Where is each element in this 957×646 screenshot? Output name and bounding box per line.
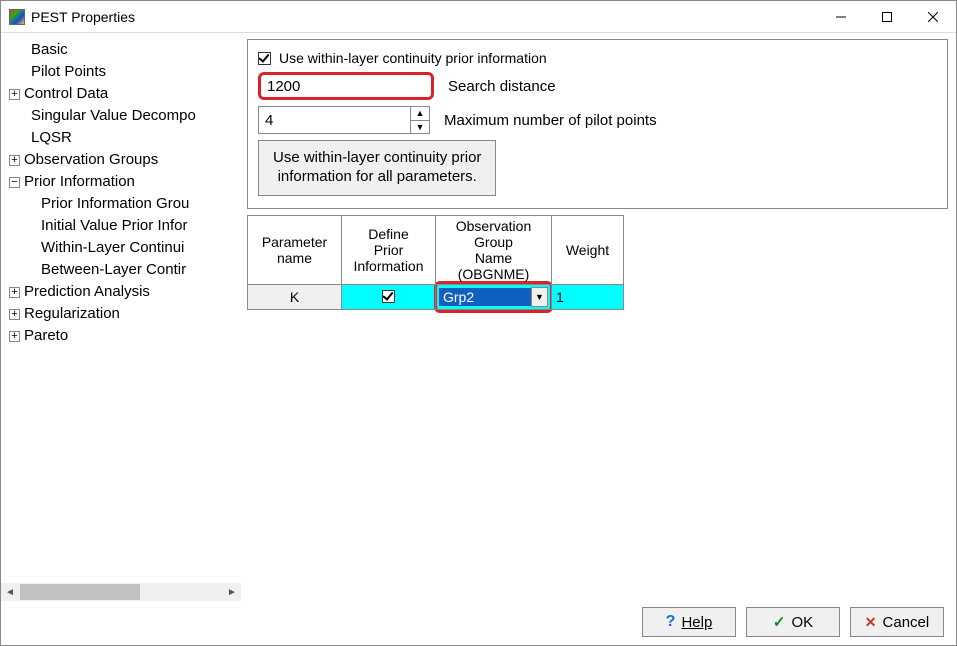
scroll-left-icon[interactable]: ◄ [1, 583, 19, 601]
apply-all-parameters-button[interactable]: Use within-layer continuity prior inform… [258, 140, 496, 196]
tree-item-initial-value-prior[interactable]: Initial Value Prior Infor [1, 215, 241, 237]
search-distance-input[interactable] [258, 72, 434, 100]
tree-item-between-layer-continuity[interactable]: Between-Layer Contir [1, 259, 241, 281]
spinner-down-icon[interactable]: ▼ [411, 121, 429, 134]
dialog-footer: ? Help ✓ OK ✕ Cancel [1, 601, 956, 645]
spinner-up-icon[interactable]: ▲ [411, 107, 429, 121]
max-pilot-points-label: Maximum number of pilot points [444, 112, 657, 129]
search-distance-label: Search distance [448, 78, 556, 95]
pest-properties-window: PEST Properties Basic Pilot Points +Cont… [0, 0, 957, 646]
category-tree-pane: Basic Pilot Points +Control Data Singula… [1, 33, 241, 601]
tree-item-within-layer-continuity[interactable]: Within-Layer Continui [1, 237, 241, 259]
app-icon [9, 9, 25, 25]
scroll-right-icon[interactable]: ► [223, 583, 241, 601]
tree-item-basic[interactable]: Basic [1, 39, 241, 61]
category-tree[interactable]: Basic Pilot Points +Control Data Singula… [1, 39, 241, 583]
cell-weight[interactable]: 1 [552, 284, 624, 309]
check-icon: ✓ [773, 613, 786, 631]
max-pilot-points-input[interactable] [258, 106, 410, 134]
titlebar: PEST Properties [1, 1, 956, 33]
maximize-button[interactable] [864, 1, 910, 32]
scroll-thumb[interactable] [20, 584, 140, 600]
collapse-icon[interactable]: − [9, 177, 20, 188]
tree-item-svd[interactable]: Singular Value Decompo [1, 105, 241, 127]
scroll-track[interactable] [19, 583, 223, 601]
cell-parameter-name: K [248, 284, 342, 309]
window-title: PEST Properties [31, 9, 818, 25]
col-define-prior-info: DefinePriorInformation [342, 215, 436, 284]
tree-item-pilot-points[interactable]: Pilot Points [1, 61, 241, 83]
col-weight: Weight [552, 215, 624, 284]
options-panel: Use within-layer continuity prior inform… [247, 39, 948, 209]
use-within-layer-label: Use within-layer continuity prior inform… [279, 50, 547, 66]
expand-icon[interactable]: + [9, 155, 20, 166]
expand-icon[interactable]: + [9, 309, 20, 320]
use-within-layer-checkbox[interactable] [258, 52, 271, 65]
tree-item-control-data[interactable]: +Control Data [1, 83, 241, 105]
cancel-button[interactable]: ✕ Cancel [850, 607, 944, 637]
obgnme-value: Grp2 [439, 288, 531, 306]
tree-horizontal-scrollbar[interactable]: ◄ ► [1, 583, 241, 601]
tree-item-prior-information[interactable]: −Prior Information [1, 171, 241, 193]
obgnme-combobox[interactable]: Grp2 ▼ [439, 286, 548, 308]
cell-obgnme[interactable]: Grp2 ▼ [436, 284, 552, 309]
cancel-icon: ✕ [865, 614, 877, 631]
tree-item-observation-groups[interactable]: +Observation Groups [1, 149, 241, 171]
expand-icon[interactable]: + [9, 89, 20, 100]
parameters-grid[interactable]: Parametername DefinePriorInformation Obs… [247, 215, 624, 310]
content-pane: Use within-layer continuity prior inform… [241, 33, 956, 601]
tree-item-prediction-analysis[interactable]: +Prediction Analysis [1, 281, 241, 303]
expand-icon[interactable]: + [9, 287, 20, 298]
cell-define-prior-checkbox[interactable] [342, 284, 436, 309]
minimize-button[interactable] [818, 1, 864, 32]
tree-item-regularization[interactable]: +Regularization [1, 303, 241, 325]
col-parameter-name: Parametername [248, 215, 342, 284]
help-button[interactable]: ? Help [642, 607, 736, 637]
help-icon: ? [666, 613, 676, 631]
max-pilot-points-spinner[interactable]: ▲ ▼ [258, 106, 430, 134]
tree-item-pareto[interactable]: +Pareto [1, 325, 241, 347]
close-icon [928, 12, 938, 22]
table-row[interactable]: K Grp2 ▼ 1 [248, 284, 624, 309]
maximize-icon [882, 12, 892, 22]
define-prior-checkbox[interactable] [382, 290, 395, 303]
tree-item-prior-info-groups[interactable]: Prior Information Grou [1, 193, 241, 215]
ok-button[interactable]: ✓ OK [746, 607, 840, 637]
expand-icon[interactable]: + [9, 331, 20, 342]
minimize-icon [836, 12, 846, 22]
tree-item-lqsr[interactable]: LQSR [1, 127, 241, 149]
col-observation-group-name: ObservationGroupName(OBGNME) [436, 215, 552, 284]
chevron-down-icon[interactable]: ▼ [531, 287, 548, 307]
close-button[interactable] [910, 1, 956, 32]
